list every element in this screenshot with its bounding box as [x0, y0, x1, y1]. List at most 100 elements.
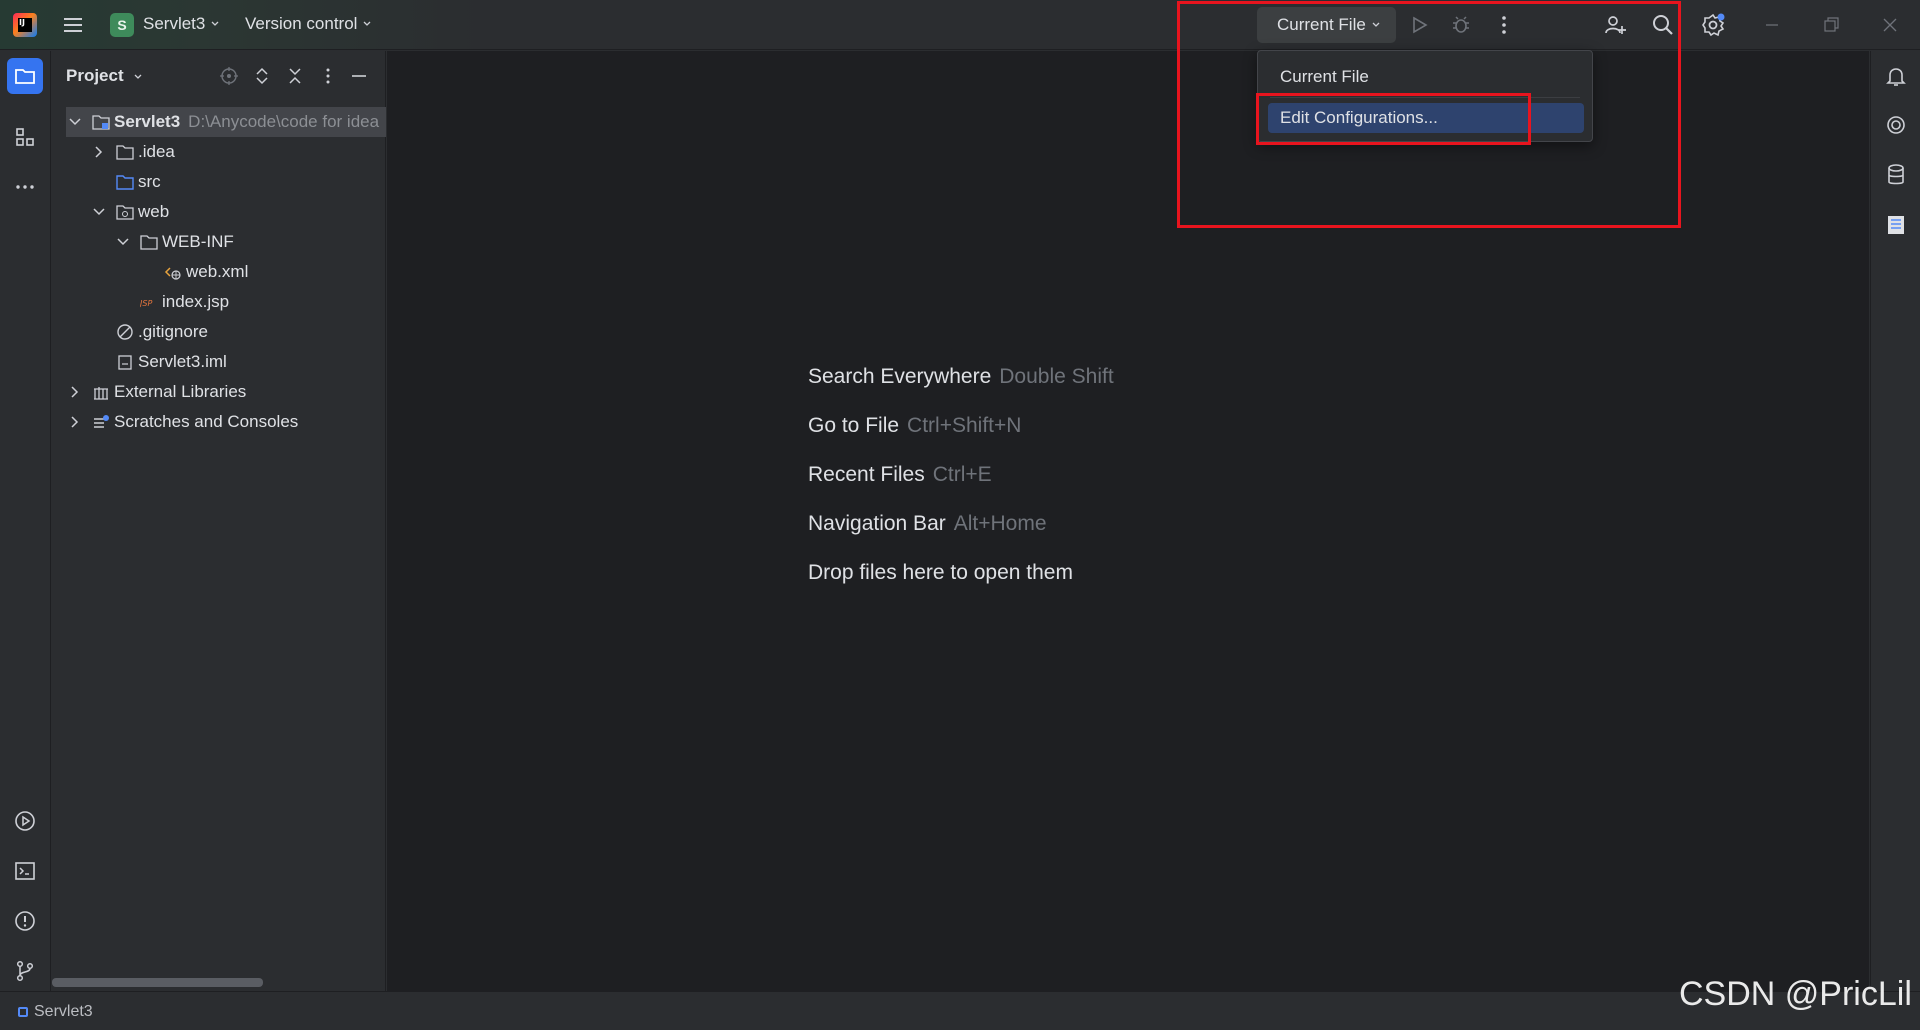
editor-hint: Navigation Bar Alt+Home: [808, 512, 1047, 536]
services-icon: [15, 811, 35, 831]
hide-panel-icon[interactable]: [349, 66, 369, 86]
hint-shortcut: Alt+Home: [953, 512, 1047, 535]
tree-row[interactable]: web.xml: [52, 257, 386, 287]
collapse-all-icon[interactable]: [285, 66, 305, 86]
tree-label: Servlet3.iml: [138, 352, 227, 371]
problems-icon: [15, 911, 35, 931]
module-folder-icon: [92, 115, 110, 130]
editor-hint: Go to File Ctrl+Shift+N: [808, 414, 1021, 438]
restore-icon[interactable]: [1820, 14, 1842, 36]
hint-shortcut: Ctrl+E: [932, 463, 992, 486]
tree-row[interactable]: Servlet3 D:\Anycode\code for idea: [66, 107, 386, 137]
chevron-right-icon: [71, 386, 79, 398]
git-tool-button[interactable]: [7, 953, 43, 989]
expand-all-icon[interactable]: [252, 66, 272, 86]
hint-action: Navigation Bar: [808, 512, 946, 535]
status-project-label: Servlet3: [34, 1003, 93, 1020]
chevron-down-icon: [363, 21, 371, 26]
hint-action: Go to File: [808, 414, 900, 437]
version-control-label: Version control: [245, 14, 358, 33]
chevron-down-icon: [117, 238, 129, 246]
tree-row[interactable]: WEB-INF: [52, 227, 386, 257]
folder-icon: [15, 69, 35, 84]
main-menu-icon[interactable]: [62, 14, 84, 36]
tree-label: web: [138, 202, 170, 221]
hint-shortcut: Double Shift: [999, 365, 1114, 388]
folder-icon: [140, 235, 158, 250]
tree-label: WEB-INF: [162, 232, 234, 251]
tree-row[interactable]: JSP index.jsp: [52, 287, 386, 317]
hint-action: Recent Files: [808, 463, 925, 486]
tree-label: Servlet3: [114, 112, 181, 131]
project-tool-window: Project Servlet3 D:\Anycode\code for ide…: [52, 51, 386, 991]
right-tool-strip: [1870, 51, 1920, 991]
database-icon[interactable]: [1884, 163, 1908, 187]
structure-tool-button[interactable]: [7, 119, 43, 155]
project-view-selector[interactable]: Project: [66, 66, 142, 86]
annotation-highlight-box: [1256, 93, 1531, 145]
hint-shortcut: Ctrl+Shift+N: [907, 414, 1022, 437]
project-badge[interactable]: S: [110, 13, 134, 37]
libraries-icon: [94, 387, 108, 400]
tree-row[interactable]: .gitignore: [52, 317, 386, 347]
jsp-file-icon: JSP: [140, 299, 152, 308]
project-selector[interactable]: Servlet3: [143, 14, 219, 34]
ignore-file-icon: [117, 324, 133, 340]
editor-hint: Drop files here to open them: [808, 561, 1073, 585]
panel-title: Project: [66, 66, 124, 85]
tree-label: web.xml: [186, 262, 249, 281]
scratches-icon: [94, 415, 109, 428]
version-control-menu[interactable]: Version control: [245, 14, 371, 34]
chevron-down-icon: [134, 74, 142, 79]
tree-label: .gitignore: [138, 322, 208, 341]
web-folder-icon: [116, 205, 134, 220]
tree-row[interactable]: .idea: [52, 137, 386, 167]
tree-row[interactable]: Servlet3.iml: [52, 347, 386, 377]
project-tool-button[interactable]: [7, 58, 43, 94]
options-icon[interactable]: [318, 66, 338, 86]
select-opened-file-icon[interactable]: [219, 66, 239, 86]
close-icon[interactable]: [1879, 14, 1901, 36]
left-tool-strip: [0, 51, 51, 991]
hint-action: Search Everywhere: [808, 365, 992, 388]
chevron-down-icon: [93, 208, 105, 216]
editor-hint: Recent Files Ctrl+E: [808, 463, 992, 487]
xml-file-icon: [164, 267, 181, 280]
git-branch-icon: [16, 960, 34, 982]
more-tools-button[interactable]: [7, 169, 43, 205]
editor-hint: Search Everywhere Double Shift: [808, 365, 1114, 389]
chevron-right-icon: [95, 146, 103, 158]
services-tool-button[interactable]: [7, 803, 43, 839]
tree-label: .idea: [138, 142, 175, 161]
project-name: Servlet3: [143, 14, 206, 33]
folder-icon: [116, 145, 134, 160]
horizontal-scrollbar[interactable]: [52, 978, 263, 987]
structure-icon: [16, 128, 34, 146]
intellij-logo-icon[interactable]: IJ: [13, 13, 37, 37]
source-folder-icon: [116, 175, 134, 190]
terminal-tool-button[interactable]: [7, 853, 43, 889]
tree-label: Scratches and Consoles: [114, 412, 299, 431]
ai-assistant-icon[interactable]: [1884, 113, 1908, 137]
svg-text:JSP: JSP: [140, 299, 152, 308]
iml-file-icon: [118, 355, 132, 370]
tree-row[interactable]: src: [52, 167, 386, 197]
minimize-icon[interactable]: [1761, 14, 1783, 36]
settings-gear-icon[interactable]: [1701, 13, 1725, 37]
ellipsis-icon: [16, 185, 34, 189]
watermark: CSDN @PricLil: [1679, 975, 1912, 1013]
tree-row[interactable]: web: [52, 197, 386, 227]
tree-row[interactable]: Scratches and Consoles: [52, 407, 386, 437]
status-bar: Servlet3: [0, 991, 1920, 1030]
tree-label: src: [138, 172, 161, 191]
maven-icon[interactable]: [1884, 213, 1908, 237]
tree-label: External Libraries: [114, 382, 247, 401]
module-icon: [18, 1007, 28, 1017]
problems-tool-button[interactable]: [7, 903, 43, 939]
status-project-breadcrumb[interactable]: Servlet3: [18, 1003, 93, 1021]
chevron-right-icon: [71, 416, 79, 428]
terminal-icon: [15, 862, 35, 880]
chevron-down-icon: [69, 118, 81, 126]
tree-row[interactable]: External Libraries: [52, 377, 386, 407]
notifications-bell-icon[interactable]: [1884, 64, 1908, 88]
